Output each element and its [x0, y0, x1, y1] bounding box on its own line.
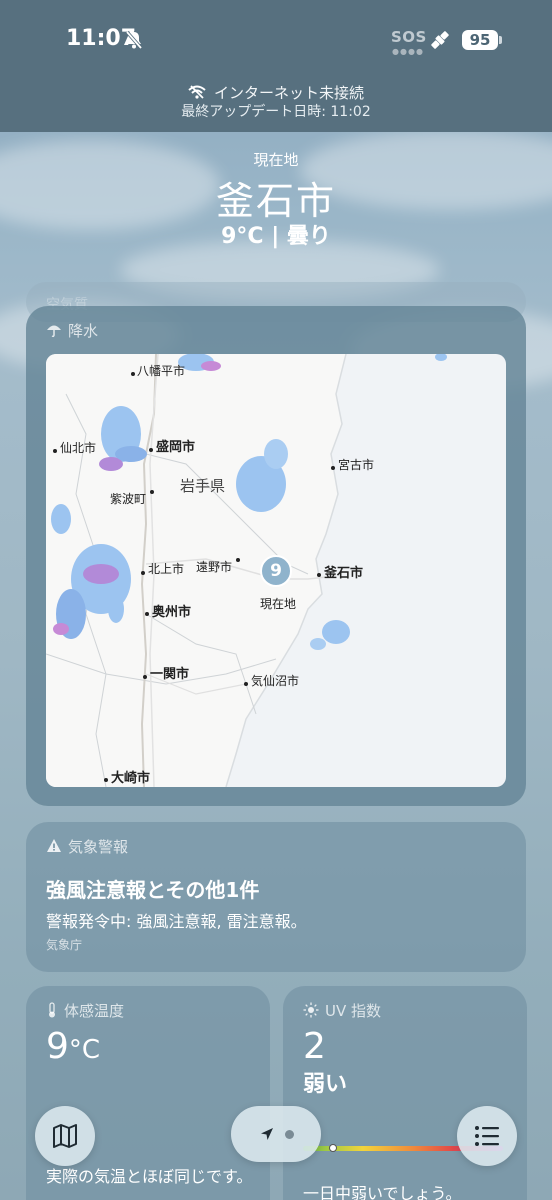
sos-indicator: SOS — [391, 28, 427, 46]
map-city-osaki: 大崎市 — [111, 771, 151, 786]
uv-index-card[interactable]: UV 指数 2 弱い 一日中弱いでしょう。 — [283, 986, 527, 1200]
map-city-kesennuma: 気仙沼市 — [251, 674, 300, 688]
map-city-tono: 遠野市 — [196, 560, 233, 574]
feels-like-card[interactable]: 体感温度 9°C 実際の気温とほぼ同じです。 — [26, 986, 270, 1200]
satellite-icon — [431, 31, 449, 49]
uv-level-marker — [329, 1144, 337, 1152]
uv-value: 2 — [303, 1026, 326, 1067]
map-city-oshu: 奥州市 — [152, 605, 192, 620]
map-marker — [145, 612, 149, 616]
location-page-indicator[interactable] — [231, 1106, 321, 1162]
thermometer-icon — [49, 1002, 55, 1018]
map-marker — [331, 466, 335, 470]
map-city-morioka: 盛岡市 — [156, 440, 196, 455]
feels-like-note: 実際の気温とほぼ同じです。 — [46, 1167, 253, 1186]
map-marker — [141, 571, 145, 575]
sun-icon — [303, 1002, 319, 1018]
map-city-kitakami: 北上市 — [148, 562, 185, 576]
location-label: 現在地 — [253, 151, 299, 169]
uv-note: 一日中弱いでしょう。 — [303, 1184, 462, 1200]
feels-like-unit: °C — [68, 1035, 101, 1065]
map-marker — [131, 372, 135, 376]
feels-like-value-row: 9°C — [46, 1026, 100, 1067]
alert-headline: 強風注意報とその他1件 — [46, 878, 260, 902]
wifi-off-icon — [188, 85, 206, 99]
list-button[interactable] — [457, 1106, 517, 1166]
precipitation-card[interactable]: 降水 八幡平市 仙北市 盛岡市 宮古市 岩手県 紫波町 北上市 遠野市 釜石市 … — [26, 306, 526, 806]
map-marker — [143, 675, 147, 679]
map-marker — [317, 573, 321, 577]
page-dot — [285, 1130, 294, 1139]
map-marker — [104, 778, 108, 782]
map-marker — [150, 490, 154, 494]
map-marker — [53, 449, 57, 453]
feels-like-title: 体感温度 — [64, 1002, 125, 1020]
temperature-summary: 9°C | 曇り — [221, 224, 331, 249]
status-bar: 11:07 SOS ●●●● 95 インターネット未接続 最終アップデート日時:… — [0, 0, 552, 132]
bell-muted-icon — [125, 30, 143, 50]
alert-header: 気象警報 — [46, 836, 128, 857]
map-icon — [53, 1124, 77, 1148]
battery-indicator: 95 — [462, 30, 498, 50]
uv-title: UV 指数 — [325, 1002, 382, 1020]
alert-source: 気象庁 — [46, 938, 83, 952]
city-name: 釜石市 — [215, 179, 336, 223]
offline-banner: インターネット未接続 — [0, 82, 552, 103]
feels-like-header: 体感温度 — [46, 1000, 124, 1021]
map-city-kamaishi: 釜石市 — [324, 566, 364, 581]
umbrella-icon — [47, 325, 61, 338]
list-icon — [475, 1126, 499, 1146]
location-arrow-icon — [261, 1128, 273, 1140]
map-prefecture: 岩手県 — [180, 477, 226, 495]
warning-icon — [47, 839, 61, 852]
weather-alert-card[interactable]: 気象警報 強風注意報とその他1件 警報発令中: 強風注意報, 雷注意報。 気象庁 — [26, 822, 526, 972]
battery-tip — [499, 36, 502, 44]
precipitation-title: 降水 — [68, 322, 99, 340]
alert-title: 気象警報 — [68, 838, 129, 856]
map-city-miyako: 宮古市 — [338, 458, 375, 472]
alert-body: 警報発令中: 強風注意報, 雷注意報。 — [46, 912, 307, 931]
current-location-label: 現在地 — [260, 597, 297, 611]
precipitation-header: 降水 — [46, 320, 98, 341]
last-update: 最終アップデート日時: 11:02 — [181, 104, 371, 120]
map-marker — [236, 558, 240, 562]
map-button[interactable] — [35, 1106, 95, 1166]
map-marker — [149, 448, 153, 452]
signal-dots: ●●●● — [392, 47, 424, 56]
map-city-shiwa: 紫波町 — [110, 492, 147, 506]
map-city-senboku: 仙北市 — [60, 441, 97, 455]
map-city-ichinoseki: 一関市 — [150, 667, 190, 682]
map-city-hachimantai: 八幡平市 — [137, 364, 186, 378]
map-marker — [244, 682, 248, 686]
current-location-pin[interactable]: 9 — [260, 555, 292, 587]
feels-like-value: 9 — [46, 1026, 69, 1067]
offline-message: インターネット未接続 — [213, 84, 364, 102]
uv-header: UV 指数 — [303, 1000, 381, 1021]
uv-level: 弱い — [303, 1072, 348, 1097]
precipitation-map[interactable]: 八幡平市 仙北市 盛岡市 宮古市 岩手県 紫波町 北上市 遠野市 釜石市 9 現… — [46, 354, 506, 787]
